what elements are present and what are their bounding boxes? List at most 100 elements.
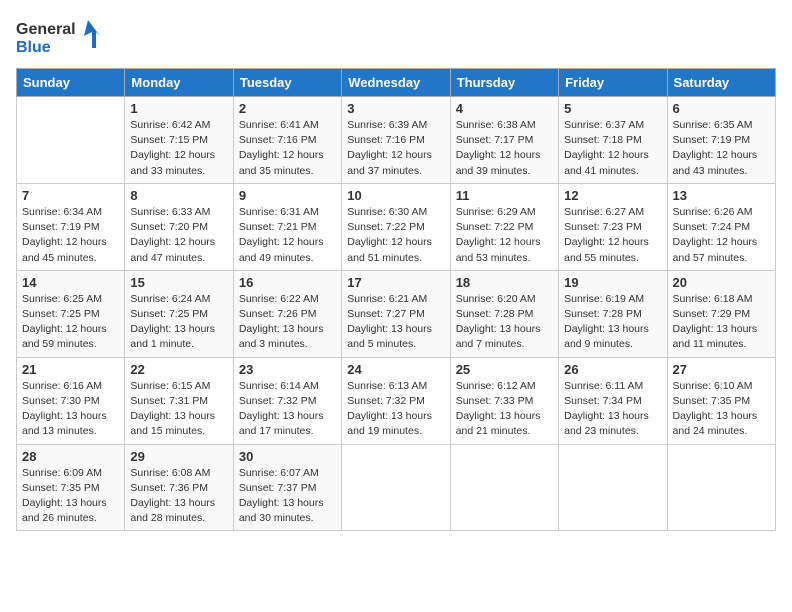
day-number: 10	[347, 188, 444, 203]
day-number: 20	[673, 275, 770, 290]
calendar-cell: 3Sunrise: 6:39 AMSunset: 7:16 PMDaylight…	[342, 97, 450, 184]
calendar-cell: 14 Sunrise: 6:25 AMSunset: 7:25 PMDayligh…	[17, 270, 125, 357]
calendar-week-row: 7 Sunrise: 6:34 AMSunset: 7:19 PMDaylight…	[17, 183, 776, 270]
day-number: 2	[239, 101, 336, 116]
calendar-cell: 29 Sunrise: 6:08 AMSunset: 7:36 PMDayligh…	[125, 444, 233, 531]
day-number: 18	[456, 275, 553, 290]
calendar-cell: 26 Sunrise: 6:11 AMSunset: 7:34 PMDayligh…	[559, 357, 667, 444]
day-number: 22	[130, 362, 227, 377]
day-number: 29	[130, 449, 227, 464]
day-info: Sunrise: 6:33 AMSunset: 7:20 PMDaylight:…	[130, 205, 227, 266]
day-number: 26	[564, 362, 661, 377]
page-header: GeneralBlue	[16, 16, 776, 56]
calendar-cell: 27 Sunrise: 6:10 AMSunset: 7:35 PMDayligh…	[667, 357, 775, 444]
calendar-cell: 30Sunrise: 6:07 AMSunset: 7:37 PMDayligh…	[233, 444, 341, 531]
day-info: Sunrise: 6:10 AMSunset: 7:35 PMDaylight:…	[673, 379, 770, 440]
logo-icon: GeneralBlue	[16, 16, 106, 56]
calendar-cell: 21Sunrise: 6:16 AMSunset: 7:30 PMDayligh…	[17, 357, 125, 444]
calendar-body: 1 Sunrise: 6:42 AMSunset: 7:15 PMDaylight…	[17, 97, 776, 531]
day-info: Sunrise: 6:12 AMSunset: 7:33 PMDaylight:…	[456, 379, 553, 440]
day-number: 23	[239, 362, 336, 377]
day-number: 19	[564, 275, 661, 290]
day-info: Sunrise: 6:16 AMSunset: 7:30 PMDaylight:…	[22, 379, 119, 440]
calendar-cell: 24 Sunrise: 6:13 AMSunset: 7:32 PMDayligh…	[342, 357, 450, 444]
calendar-cell: 6 Sunrise: 6:35 AMSunset: 7:19 PMDaylight…	[667, 97, 775, 184]
calendar-cell	[559, 444, 667, 531]
day-info: Sunrise: 6:11 AMSunset: 7:34 PMDaylight:…	[564, 379, 661, 440]
day-info: Sunrise: 6:25 AMSunset: 7:25 PMDaylight:…	[22, 292, 119, 353]
day-header-thursday: Thursday	[450, 69, 558, 97]
day-info: Sunrise: 6:37 AMSunset: 7:18 PMDaylight:…	[564, 118, 661, 179]
calendar-cell: 23 Sunrise: 6:14 AMSunset: 7:32 PMDayligh…	[233, 357, 341, 444]
day-number: 4	[456, 101, 553, 116]
day-info: Sunrise: 6:15 AMSunset: 7:31 PMDaylight:…	[130, 379, 227, 440]
day-header-wednesday: Wednesday	[342, 69, 450, 97]
day-number: 8	[130, 188, 227, 203]
calendar-cell: 10Sunrise: 6:30 AMSunset: 7:22 PMDayligh…	[342, 183, 450, 270]
day-info: Sunrise: 6:35 AMSunset: 7:19 PMDaylight:…	[673, 118, 770, 179]
day-info: Sunrise: 6:42 AMSunset: 7:15 PMDaylight:…	[130, 118, 227, 179]
day-number: 7	[22, 188, 119, 203]
day-number: 27	[673, 362, 770, 377]
day-info: Sunrise: 6:19 AMSunset: 7:28 PMDaylight:…	[564, 292, 661, 353]
calendar-cell: 16 Sunrise: 6:22 AMSunset: 7:26 PMDayligh…	[233, 270, 341, 357]
calendar-cell: 1 Sunrise: 6:42 AMSunset: 7:15 PMDaylight…	[125, 97, 233, 184]
day-info: Sunrise: 6:09 AMSunset: 7:35 PMDaylight:…	[22, 466, 119, 527]
day-header-friday: Friday	[559, 69, 667, 97]
svg-text:General: General	[16, 21, 76, 38]
day-info: Sunrise: 6:29 AMSunset: 7:22 PMDaylight:…	[456, 205, 553, 266]
day-info: Sunrise: 6:13 AMSunset: 7:32 PMDaylight:…	[347, 379, 444, 440]
day-number: 12	[564, 188, 661, 203]
day-number: 30	[239, 449, 336, 464]
day-info: Sunrise: 6:18 AMSunset: 7:29 PMDaylight:…	[673, 292, 770, 353]
calendar-cell: 8 Sunrise: 6:33 AMSunset: 7:20 PMDaylight…	[125, 183, 233, 270]
day-info: Sunrise: 6:24 AMSunset: 7:25 PMDaylight:…	[130, 292, 227, 353]
calendar-cell: 17Sunrise: 6:21 AMSunset: 7:27 PMDayligh…	[342, 270, 450, 357]
day-header-tuesday: Tuesday	[233, 69, 341, 97]
day-number: 17	[347, 275, 444, 290]
calendar-cell: 2Sunrise: 6:41 AMSunset: 7:16 PMDaylight…	[233, 97, 341, 184]
day-number: 9	[239, 188, 336, 203]
day-header-sunday: Sunday	[17, 69, 125, 97]
day-info: Sunrise: 6:27 AMSunset: 7:23 PMDaylight:…	[564, 205, 661, 266]
day-info: Sunrise: 6:34 AMSunset: 7:19 PMDaylight:…	[22, 205, 119, 266]
logo: GeneralBlue	[16, 16, 106, 56]
day-number: 13	[673, 188, 770, 203]
day-info: Sunrise: 6:22 AMSunset: 7:26 PMDaylight:…	[239, 292, 336, 353]
calendar-cell	[450, 444, 558, 531]
calendar-week-row: 1 Sunrise: 6:42 AMSunset: 7:15 PMDaylight…	[17, 97, 776, 184]
calendar-week-row: 28Sunrise: 6:09 AMSunset: 7:35 PMDayligh…	[17, 444, 776, 531]
calendar-cell: 15 Sunrise: 6:24 AMSunset: 7:25 PMDayligh…	[125, 270, 233, 357]
calendar-cell: 5Sunrise: 6:37 AMSunset: 7:18 PMDaylight…	[559, 97, 667, 184]
calendar-cell: 7 Sunrise: 6:34 AMSunset: 7:19 PMDaylight…	[17, 183, 125, 270]
day-header-saturday: Saturday	[667, 69, 775, 97]
day-number: 1	[130, 101, 227, 116]
calendar-cell: 9 Sunrise: 6:31 AMSunset: 7:21 PMDaylight…	[233, 183, 341, 270]
day-info: Sunrise: 6:08 AMSunset: 7:36 PMDaylight:…	[130, 466, 227, 527]
calendar-cell: 18Sunrise: 6:20 AMSunset: 7:28 PMDayligh…	[450, 270, 558, 357]
calendar-week-row: 14 Sunrise: 6:25 AMSunset: 7:25 PMDayligh…	[17, 270, 776, 357]
calendar-cell: 22 Sunrise: 6:15 AMSunset: 7:31 PMDayligh…	[125, 357, 233, 444]
day-info: Sunrise: 6:39 AMSunset: 7:16 PMDaylight:…	[347, 118, 444, 179]
calendar-header-row: SundayMondayTuesdayWednesdayThursdayFrid…	[17, 69, 776, 97]
day-number: 25	[456, 362, 553, 377]
day-number: 14	[22, 275, 119, 290]
day-number: 16	[239, 275, 336, 290]
calendar-table: SundayMondayTuesdayWednesdayThursdayFrid…	[16, 68, 776, 531]
day-number: 15	[130, 275, 227, 290]
calendar-cell: 20 Sunrise: 6:18 AMSunset: 7:29 PMDayligh…	[667, 270, 775, 357]
day-info: Sunrise: 6:26 AMSunset: 7:24 PMDaylight:…	[673, 205, 770, 266]
svg-text:Blue: Blue	[16, 39, 51, 56]
day-number: 24	[347, 362, 444, 377]
calendar-cell	[17, 97, 125, 184]
calendar-cell	[667, 444, 775, 531]
day-header-monday: Monday	[125, 69, 233, 97]
calendar-cell: 4Sunrise: 6:38 AMSunset: 7:17 PMDaylight…	[450, 97, 558, 184]
day-info: Sunrise: 6:14 AMSunset: 7:32 PMDaylight:…	[239, 379, 336, 440]
calendar-cell: 12 Sunrise: 6:27 AMSunset: 7:23 PMDayligh…	[559, 183, 667, 270]
calendar-cell	[342, 444, 450, 531]
day-number: 6	[673, 101, 770, 116]
calendar-cell: 19 Sunrise: 6:19 AMSunset: 7:28 PMDayligh…	[559, 270, 667, 357]
calendar-cell: 25 Sunrise: 6:12 AMSunset: 7:33 PMDayligh…	[450, 357, 558, 444]
day-info: Sunrise: 6:31 AMSunset: 7:21 PMDaylight:…	[239, 205, 336, 266]
